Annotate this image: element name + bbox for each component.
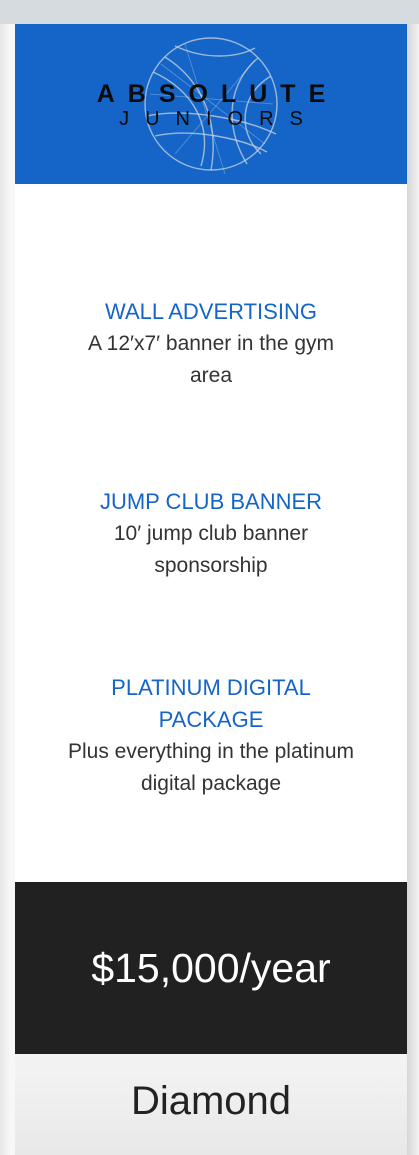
feature-item: WALL ADVERTISING A 12′x7′ banner in the …	[35, 296, 387, 392]
tier-name: Diamond	[130, 1079, 292, 1123]
card-header: ABSOLUTE JUNIORS	[15, 24, 407, 184]
logo-wordmark-top: ABSOLUTE	[96, 80, 339, 108]
price-label: $15,000/year	[91, 945, 331, 991]
feature-title: PLATINUM DIGITAL PACKAGE	[111, 675, 311, 732]
feature-description: 10′ jump club banner sponsorship	[113, 522, 309, 577]
price-bar: $15,000/year	[15, 882, 407, 1054]
pricing-card: ABSOLUTE JUNIORS WALL ADVERTISING A 12′x…	[15, 24, 407, 1155]
absolute-juniors-logo: ABSOLUTE JUNIORS	[15, 24, 407, 184]
card-shadow	[407, 24, 419, 1155]
feature-item: JUMP CLUB BANNER 10′ jump club banner sp…	[35, 486, 387, 582]
top-strip	[0, 0, 419, 24]
logo-wordmark-bottom: JUNIORS	[119, 108, 319, 130]
feature-item: PLATINUM DIGITAL PACKAGE Plus everything…	[35, 672, 387, 800]
feature-description: A 12′x7′ banner in the gym area	[87, 332, 335, 387]
feature-title: WALL ADVERTISING	[105, 299, 317, 324]
tier-bar: Diamond	[15, 1054, 407, 1155]
page: ABSOLUTE JUNIORS WALL ADVERTISING A 12′x…	[0, 0, 419, 1155]
feature-description: Plus everything in the platinum digital …	[68, 740, 354, 795]
feature-title: JUMP CLUB BANNER	[99, 489, 323, 514]
